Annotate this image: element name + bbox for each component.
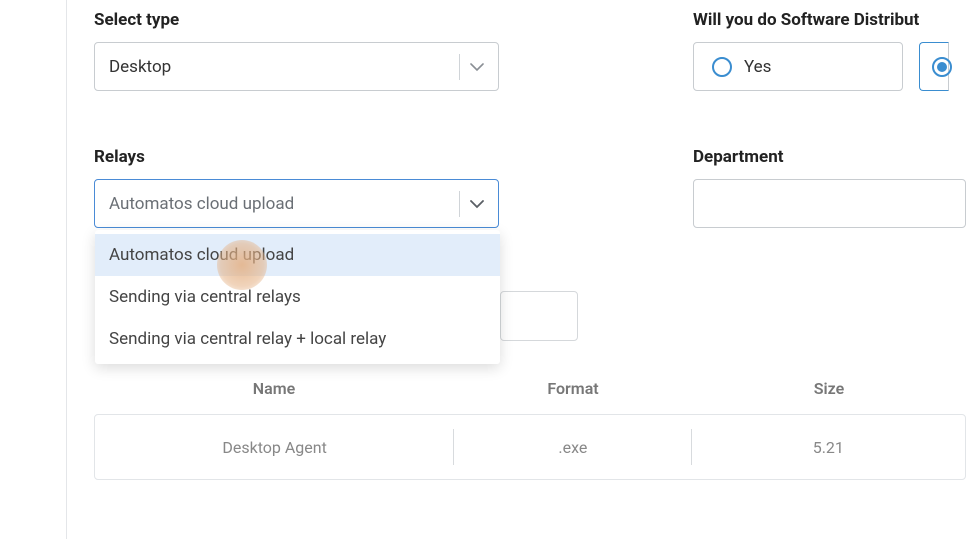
select-type-value: Desktop [109,57,455,77]
radio-yes[interactable]: Yes [693,42,903,91]
panel-divider [66,0,67,539]
radio-circle-icon [712,57,732,77]
select-divider [459,191,460,217]
department-label: Department [693,147,966,167]
table-row[interactable]: Desktop Agent .exe 5.21 [94,414,966,480]
relays-label: Relays [94,147,499,167]
relays-dropdown[interactable]: Automatos cloud upload Automatos cloud u… [94,179,499,228]
column-header-size: Size [692,379,966,398]
cell-name: Desktop Agent [95,438,454,457]
column-header-format: Format [454,379,692,398]
select-divider [459,54,460,80]
select-type-label: Select type [94,10,499,30]
cell-size: 5.21 [692,438,965,457]
agents-table: Name Format Size Desktop Agent .exe 5.21 [94,379,966,480]
radio-circle-icon [932,57,952,77]
distribution-label: Will you do Software Distribut [693,10,949,30]
select-type-dropdown[interactable]: Desktop [94,42,499,91]
department-group: Department [693,147,966,228]
chevron-down-icon [470,60,484,74]
relays-option-central-local[interactable]: Sending via central relay + local relay [95,318,500,360]
radio-yes-label: Yes [744,57,771,77]
cell-format: .exe [454,438,691,457]
distribution-options: Yes [693,42,949,91]
select-type-group: Select type Desktop [94,10,499,91]
relays-option-central-relays[interactable]: Sending via central relays [95,276,500,318]
relays-dropdown-menu: Automatos cloud upload Sending via centr… [95,230,500,364]
relays-group: Relays Automatos cloud upload Automatos … [94,147,499,228]
relays-value: Automatos cloud upload [109,194,455,214]
action-box[interactable] [500,291,578,341]
relays-option-cloud-upload[interactable]: Automatos cloud upload [95,234,500,276]
chevron-down-icon [470,197,484,211]
radio-option-partial[interactable] [919,42,949,91]
column-header-name: Name [94,379,454,398]
distribution-group: Will you do Software Distribut Yes [693,10,949,91]
table-header: Name Format Size [94,379,966,414]
department-input[interactable] [693,179,966,228]
